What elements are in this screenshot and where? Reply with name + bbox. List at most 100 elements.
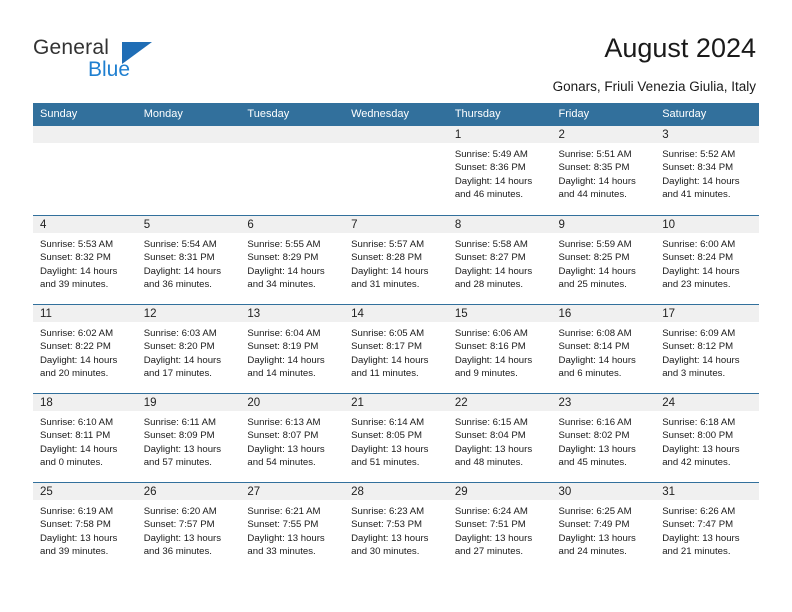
day-details: Sunrise: 6:08 AM Sunset: 8:14 PM Daylight:… xyxy=(552,323,656,380)
day-daylight-line-2-text: and 6 minutes. xyxy=(558,367,622,379)
calendar-week-row: 4 Sunrise: 5:53 AM Sunset: 8:32 PM Daylight… xyxy=(33,215,759,304)
day-daylight-line-2-text: and 23 minutes. xyxy=(662,278,731,290)
calendar-day-cell[interactable]: 30 Sunrise: 6:25 AM Sunset: 7:49 PM Dayligh… xyxy=(551,483,656,571)
calendar-day-cell[interactable]: 28 Sunrise: 6:23 AM Sunset: 7:53 PM Dayligh… xyxy=(344,483,448,571)
day-details: Sunrise: 5:58 AM Sunset: 8:27 PM Daylight:… xyxy=(448,234,552,291)
calendar-day-cell[interactable]: 6 Sunrise: 5:55 AM Sunset: 8:29 PM Daylight… xyxy=(240,216,345,304)
day-sunset-text: Sunset: 8:24 PM xyxy=(662,252,734,264)
day-daylight-line-1-text: Daylight: 13 hours xyxy=(40,532,118,544)
day-sunset-text: Sunset: 8:19 PM xyxy=(247,341,319,353)
calendar-cell-empty xyxy=(136,126,241,215)
day-number-band xyxy=(655,126,759,144)
calendar-day-cell[interactable]: 17 Sunrise: 6:09 AM Sunset: 8:12 PM Dayligh… xyxy=(655,305,759,393)
calendar-week-row: 18 Sunrise: 6:10 AM Sunset: 8:11 PM Dayligh… xyxy=(33,393,759,482)
calendar-day-cell[interactable]: 8 Sunrise: 5:58 AM Sunset: 8:27 PM Daylight… xyxy=(447,216,552,304)
day-daylight-line-2-text: and 14 minutes. xyxy=(247,367,316,379)
day-number: 19 xyxy=(143,397,157,409)
calendar-day-cell[interactable]: 3 Sunrise: 5:52 AM Sunset: 8:34 PM Daylight… xyxy=(655,126,759,215)
calendar-day-cell[interactable]: 14 Sunrise: 6:05 AM Sunset: 8:17 PM Dayligh… xyxy=(344,305,448,393)
day-daylight-line-2-text: and 27 minutes. xyxy=(454,545,524,557)
day-header-thursday: Thursday xyxy=(454,108,501,120)
calendar-day-cell[interactable]: 13 Sunrise: 6:04 AM Sunset: 8:19 PM Dayligh… xyxy=(240,305,345,393)
page-subtitle: Gonars, Friuli Venezia Giulia, Italy xyxy=(552,79,756,94)
calendar-day-cell[interactable]: 16 Sunrise: 6:08 AM Sunset: 8:14 PM Dayligh… xyxy=(551,305,656,393)
day-sunset-text: Sunset: 8:00 PM xyxy=(662,430,734,442)
day-daylight-line-2-text: and 0 minutes. xyxy=(40,456,103,468)
calendar-day-cell[interactable]: 18 Sunrise: 6:10 AM Sunset: 8:11 PM Dayligh… xyxy=(33,394,137,482)
calendar-day-cell[interactable]: 4 Sunrise: 5:53 AM Sunset: 8:32 PM Daylight… xyxy=(33,216,137,304)
calendar-day-cell[interactable]: 24 Sunrise: 6:18 AM Sunset: 8:00 PM Dayligh… xyxy=(655,394,759,482)
day-number-band xyxy=(551,126,656,144)
calendar-day-cell[interactable]: 31 Sunrise: 6:26 AM Sunset: 7:47 PM Dayligh… xyxy=(655,483,759,571)
day-sunset-text: Sunset: 8:12 PM xyxy=(662,341,734,353)
calendar-day-cell[interactable]: 9 Sunrise: 5:59 AM Sunset: 8:25 PM Daylight… xyxy=(551,216,656,304)
day-number: 9 xyxy=(558,219,565,231)
day-sunrise-text: Sunrise: 6:25 AM xyxy=(558,506,632,517)
day-daylight-line-1-text: Daylight: 13 hours xyxy=(143,532,222,544)
day-daylight-line-1-text: Daylight: 14 hours xyxy=(558,175,636,187)
calendar-day-cell[interactable]: 1 Sunrise: 5:49 AM Sunset: 8:36 PM Daylight… xyxy=(447,126,552,215)
day-number: 5 xyxy=(143,219,151,231)
day-details: Sunrise: 6:04 AM Sunset: 8:19 PM Daylight:… xyxy=(240,323,344,380)
day-sunset-text: Sunset: 8:02 PM xyxy=(558,430,630,442)
calendar-day-cell[interactable]: 26 Sunrise: 6:20 AM Sunset: 7:57 PM Dayligh… xyxy=(136,483,241,571)
calendar-day-cell[interactable]: 11 Sunrise: 6:02 AM Sunset: 8:22 PM Dayligh… xyxy=(33,305,137,393)
day-details: Sunrise: 6:26 AM Sunset: 7:47 PM Daylight:… xyxy=(655,501,759,558)
calendar-day-cell[interactable]: 5 Sunrise: 5:54 AM Sunset: 8:31 PM Daylight… xyxy=(136,216,241,304)
day-details: Sunrise: 6:15 AM Sunset: 8:04 PM Daylight:… xyxy=(448,412,552,469)
calendar-day-cell[interactable]: 19 Sunrise: 6:11 AM Sunset: 8:09 PM Dayligh… xyxy=(136,394,241,482)
day-daylight-line-2-text: and 36 minutes. xyxy=(143,278,212,290)
day-daylight-line-2-text: and 51 minutes. xyxy=(351,456,420,468)
calendar-day-cell[interactable]: 29 Sunrise: 6:24 AM Sunset: 7:51 PM Dayligh… xyxy=(447,483,552,571)
day-sunrise-text: Sunrise: 6:00 AM xyxy=(662,239,736,250)
day-daylight-line-2-text: and 30 minutes. xyxy=(351,545,420,557)
day-sunset-text: Sunset: 8:32 PM xyxy=(40,252,111,264)
calendar-day-cell[interactable]: 12 Sunrise: 6:03 AM Sunset: 8:20 PM Dayligh… xyxy=(136,305,241,393)
day-daylight-line-1-text: Daylight: 14 hours xyxy=(40,443,118,455)
day-sunset-text: Sunset: 8:07 PM xyxy=(247,430,319,442)
calendar-week-row: 25 Sunrise: 6:19 AM Sunset: 7:58 PM Dayligh… xyxy=(33,482,759,571)
calendar-day-cell[interactable]: 10 Sunrise: 6:00 AM Sunset: 8:24 PM Dayligh… xyxy=(655,216,759,304)
day-sunset-text: Sunset: 7:49 PM xyxy=(558,519,630,531)
day-details: Sunrise: 5:57 AM Sunset: 8:28 PM Daylight:… xyxy=(344,234,448,291)
generalblue-logo[interactable]: General Blue xyxy=(33,36,243,88)
calendar-page: General Blue August 2024 Gonars, Friuli … xyxy=(0,0,792,612)
day-details: Sunrise: 6:03 AM Sunset: 8:20 PM Daylight:… xyxy=(137,323,241,380)
day-daylight-line-2-text: and 54 minutes. xyxy=(247,456,316,468)
day-sunrise-text: Sunrise: 6:10 AM xyxy=(40,417,114,428)
day-sunrise-text: Sunrise: 6:13 AM xyxy=(247,417,321,428)
calendar-day-cell[interactable]: 25 Sunrise: 6:19 AM Sunset: 7:58 PM Dayligh… xyxy=(33,483,137,571)
day-number: 15 xyxy=(454,308,468,320)
logo-text-blue: Blue xyxy=(88,58,131,81)
day-details: Sunrise: 6:00 AM Sunset: 8:24 PM Daylight:… xyxy=(655,234,759,291)
calendar-day-cell[interactable]: 22 Sunrise: 6:15 AM Sunset: 8:04 PM Dayligh… xyxy=(447,394,552,482)
day-number: 18 xyxy=(40,397,53,409)
day-sunrise-text: Sunrise: 6:18 AM xyxy=(662,417,736,428)
day-details: Sunrise: 5:55 AM Sunset: 8:29 PM Daylight:… xyxy=(240,234,344,291)
day-daylight-line-2-text: and 36 minutes. xyxy=(143,545,212,557)
day-number: 17 xyxy=(662,308,676,320)
day-daylight-line-2-text: and 24 minutes. xyxy=(558,545,627,557)
day-number: 21 xyxy=(351,397,364,409)
day-number: 23 xyxy=(558,397,572,409)
calendar-day-cell[interactable]: 15 Sunrise: 6:06 AM Sunset: 8:16 PM Dayligh… xyxy=(447,305,552,393)
calendar-day-cell[interactable]: 23 Sunrise: 6:16 AM Sunset: 8:02 PM Dayligh… xyxy=(551,394,656,482)
calendar-day-cell[interactable]: 20 Sunrise: 6:13 AM Sunset: 8:07 PM Dayligh… xyxy=(240,394,345,482)
day-sunset-text: Sunset: 8:04 PM xyxy=(454,430,526,442)
calendar-day-cell[interactable]: 27 Sunrise: 6:21 AM Sunset: 7:55 PM Dayligh… xyxy=(240,483,345,571)
calendar-day-cell[interactable]: 21 Sunrise: 6:14 AM Sunset: 8:05 PM Dayligh… xyxy=(344,394,448,482)
day-sunrise-text: Sunrise: 5:55 AM xyxy=(247,239,321,250)
calendar-day-cell[interactable]: 7 Sunrise: 5:57 AM Sunset: 8:28 PM Daylight… xyxy=(344,216,448,304)
day-daylight-line-2-text: and 21 minutes. xyxy=(662,545,731,557)
day-daylight-line-1-text: Daylight: 13 hours xyxy=(558,443,636,455)
day-sunrise-text: Sunrise: 6:06 AM xyxy=(454,328,528,339)
day-daylight-line-1-text: Daylight: 14 hours xyxy=(247,354,325,366)
day-number: 7 xyxy=(351,219,358,231)
calendar-day-cell[interactable]: 2 Sunrise: 5:51 AM Sunset: 8:35 PM Daylight… xyxy=(551,126,656,215)
day-sunset-text: Sunset: 8:22 PM xyxy=(40,341,111,353)
day-daylight-line-1-text: Daylight: 14 hours xyxy=(143,354,222,366)
day-details: Sunrise: 6:10 AM Sunset: 8:11 PM Daylight:… xyxy=(33,412,137,469)
day-sunset-text: Sunset: 8:25 PM xyxy=(558,252,630,264)
day-daylight-line-2-text: and 42 minutes. xyxy=(662,456,731,468)
day-number-band xyxy=(136,126,241,144)
